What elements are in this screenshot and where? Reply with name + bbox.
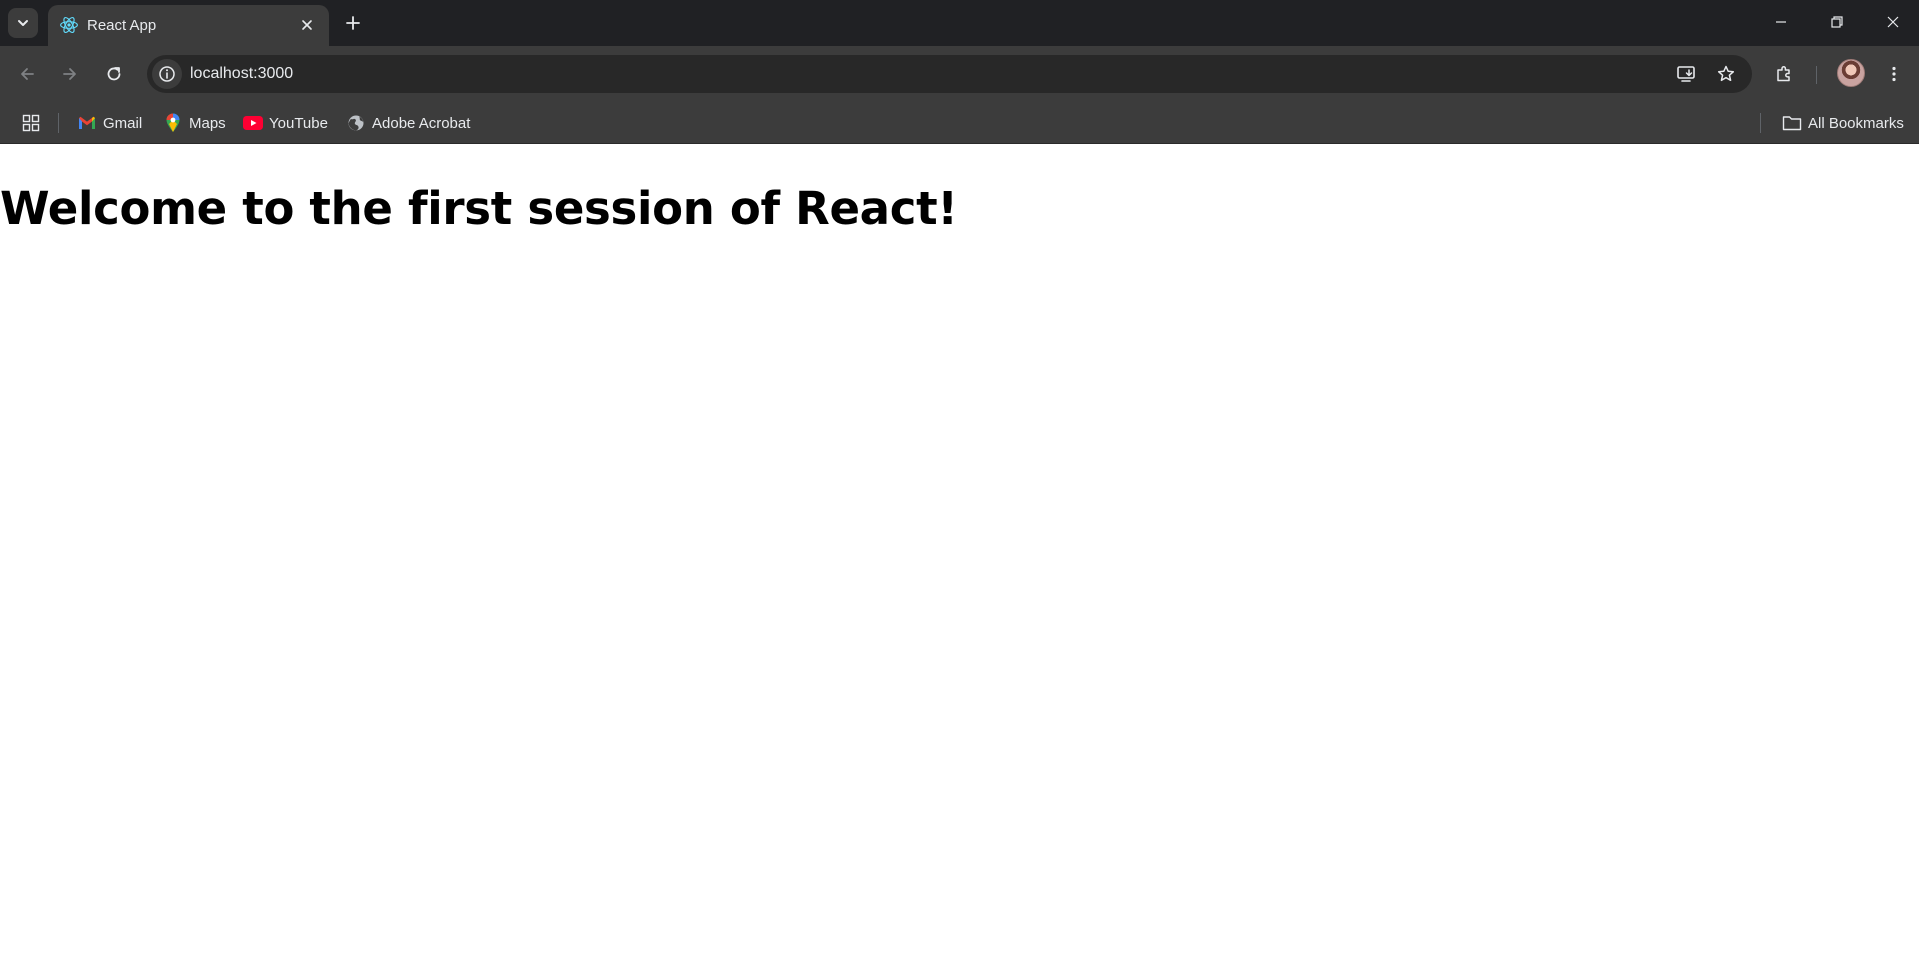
address-bar[interactable]: localhost:3000 <box>147 55 1752 93</box>
browser-menu-button[interactable] <box>1879 59 1909 89</box>
apps-grid-icon <box>22 114 40 132</box>
bookmarks-separator <box>58 113 59 133</box>
bookmark-label: Maps <box>189 114 226 132</box>
site-info-button[interactable] <box>152 59 182 89</box>
bookmark-maps[interactable]: Maps <box>159 109 230 137</box>
react-logo-icon <box>60 17 78 33</box>
reload-button[interactable] <box>99 59 129 89</box>
gmail-icon <box>77 113 97 133</box>
minimize-icon <box>1776 21 1786 23</box>
toolbar-separator <box>1816 66 1817 84</box>
close-icon <box>1887 16 1899 28</box>
chevron-down-icon <box>18 20 28 26</box>
plus-icon <box>346 16 360 30</box>
extensions-button[interactable] <box>1769 59 1799 89</box>
profile-avatar[interactable] <box>1837 59 1865 87</box>
arrow-right-icon <box>63 68 76 80</box>
all-bookmarks-button[interactable]: All Bookmarks <box>1778 109 1908 137</box>
globe-icon <box>346 113 366 133</box>
tab-close-button[interactable] <box>297 15 317 35</box>
active-tab[interactable]: React App <box>48 5 329 46</box>
puzzle-icon <box>1777 66 1790 82</box>
bookmarks-bar: Gmail Maps YouTube Adobe Acrobat All Boo… <box>0 102 1919 144</box>
tab-search-button[interactable] <box>8 8 38 38</box>
folder-icon <box>1782 113 1802 133</box>
install-app-button[interactable] <box>1673 61 1699 87</box>
new-tab-button[interactable] <box>340 10 366 36</box>
reload-icon <box>107 67 121 81</box>
tab-strip: React App <box>0 0 1919 46</box>
bookmarks-separator <box>1760 113 1761 133</box>
bookmark-label: YouTube <box>269 114 328 132</box>
url-text[interactable]: localhost:3000 <box>190 65 293 83</box>
bookmark-gmail[interactable]: Gmail <box>73 109 146 137</box>
forward-button[interactable] <box>55 59 85 89</box>
apps-button[interactable] <box>20 112 42 134</box>
minimize-button[interactable] <box>1758 4 1804 40</box>
bookmark-youtube[interactable]: YouTube <box>239 109 332 137</box>
maps-pin-icon <box>163 113 183 133</box>
restore-button[interactable] <box>1814 4 1860 40</box>
bookmark-label: Adobe Acrobat <box>372 114 471 132</box>
tab-title: React App <box>87 17 157 34</box>
bookmark-adobe-acrobat[interactable]: Adobe Acrobat <box>342 109 474 137</box>
close-icon <box>302 20 312 30</box>
star-icon <box>1717 65 1735 82</box>
browser-toolbar: localhost:3000 <box>0 46 1919 102</box>
bookmark-star-button[interactable] <box>1713 61 1739 87</box>
restore-icon <box>1831 16 1843 28</box>
back-button[interactable] <box>12 59 42 89</box>
arrow-left-icon <box>21 68 34 80</box>
all-bookmarks-label: All Bookmarks <box>1808 114 1904 132</box>
page-viewport: Welcome to the first session of React! <box>0 144 1919 953</box>
window-close-button[interactable] <box>1870 4 1916 40</box>
youtube-icon <box>243 113 263 133</box>
install-app-icon <box>1677 66 1695 82</box>
bookmark-label: Gmail <box>103 114 143 132</box>
more-vertical-icon <box>1892 66 1896 82</box>
info-icon <box>159 66 175 82</box>
page-heading: Welcome to the first session of React! <box>0 182 958 235</box>
